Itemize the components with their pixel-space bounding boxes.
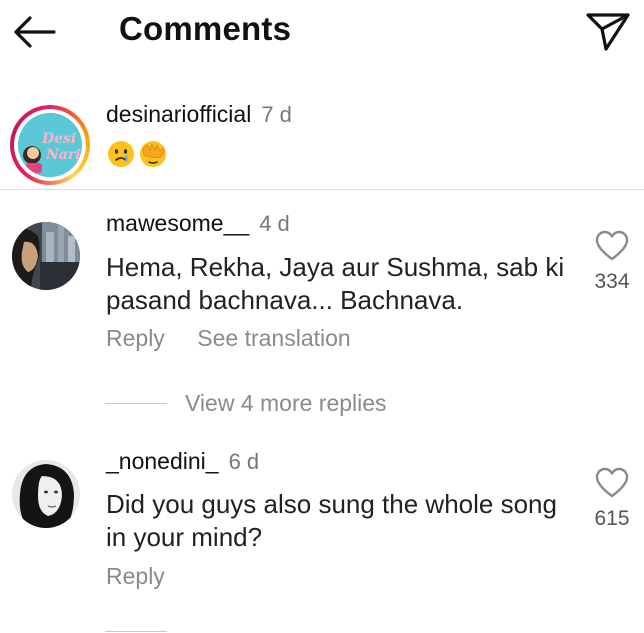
reply-button[interactable]: Reply — [106, 563, 165, 589]
face-with-hand-over-eyes-emoji-icon — [138, 139, 168, 169]
reply-button[interactable]: Reply — [106, 325, 165, 351]
see-translation-button[interactable]: See translation — [197, 325, 350, 351]
comment-text: Did you guys also sung the whole song in… — [106, 488, 557, 554]
caption-username[interactable]: desinariofficial — [106, 101, 251, 127]
comment-text-line: Hema, Rekha, Jaya aur Sushma, sab ki — [106, 252, 565, 282]
like-count: 334 — [594, 270, 630, 293]
comment-text-line: Did you guys also sung the whole song — [106, 489, 557, 519]
avatar[interactable] — [12, 460, 80, 528]
send-icon[interactable] — [584, 9, 632, 53]
view-more-replies-button[interactable]: View 4 more replies — [185, 390, 387, 417]
replies-divider — [105, 631, 167, 632]
comment-username[interactable]: mawesome__ — [106, 210, 249, 236]
crying-face-emoji-icon — [106, 139, 136, 169]
caption-age: 7 d — [261, 102, 292, 127]
comment-age: 6 d — [228, 449, 260, 474]
caption-divider — [0, 189, 644, 190]
back-arrow-icon[interactable] — [10, 12, 60, 52]
caption-avatar[interactable]: Desi Nari — [10, 105, 90, 185]
svg-text:Desi: Desi — [41, 131, 76, 147]
heart-icon[interactable] — [595, 467, 629, 499]
comment-text: Hema, Rekha, Jaya aur Sushma, sab ki pas… — [106, 251, 564, 317]
page-title: Comments — [119, 10, 292, 47]
comment-text-line: in your mind? — [106, 522, 263, 552]
avatar[interactable] — [12, 222, 80, 290]
comment-username[interactable]: _nonedini_ — [106, 448, 219, 474]
caption-emojis — [106, 139, 168, 169]
heart-icon[interactable] — [595, 230, 629, 262]
comment-age: 4 d — [259, 211, 290, 236]
comment-text-line: pasand bachnava... Bachnava. — [106, 285, 464, 315]
like-count: 615 — [594, 507, 630, 530]
svg-text:Nari: Nari — [45, 147, 81, 163]
replies-divider — [105, 403, 167, 404]
desi-nari-logo: Desi Nari — [18, 113, 82, 177]
